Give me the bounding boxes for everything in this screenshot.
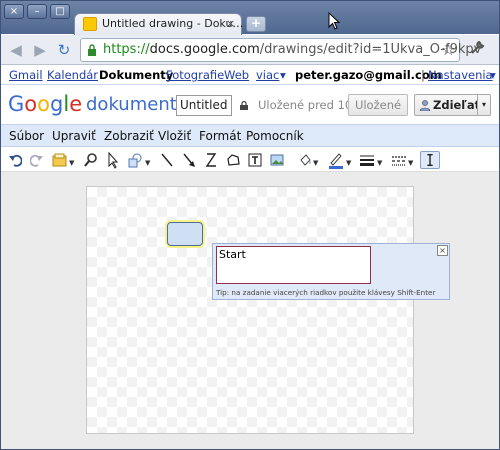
settings-arrow-icon[interactable]: ▾	[490, 68, 496, 82]
back-icon[interactable]: ◀	[8, 42, 24, 58]
product-name[interactable]: dokumenty	[86, 94, 187, 115]
doc-title-input[interactable]: Untitled d	[176, 95, 232, 116]
user-email: peter.gazo@gmail.com	[295, 68, 442, 82]
redo-icon[interactable]	[30, 151, 44, 169]
textbox-icon[interactable]	[248, 151, 262, 169]
gbar-link-gmail[interactable]: Gmail	[9, 68, 43, 82]
address-bar[interactable]: https://docs.google.com/drawings/edit?id…	[80, 38, 481, 62]
google-logo[interactable]: Google	[8, 92, 82, 116]
browser-toolbar: ◀ ▶ ↻ https://docs.google.com/drawings/e…	[0, 35, 500, 65]
new-tab-button[interactable]: +	[246, 16, 266, 32]
url-domain: docs.google.com	[149, 42, 260, 57]
line-color-dropdown-icon[interactable]: ▼	[346, 154, 351, 172]
fill-color-dropdown-icon[interactable]: ▼	[313, 154, 318, 172]
wrench-menu-icon[interactable]	[470, 40, 485, 59]
drawing-canvas[interactable]	[86, 186, 414, 434]
image-icon[interactable]	[270, 151, 284, 169]
menu-file[interactable]: Súbor	[9, 129, 44, 143]
line-color-icon[interactable]	[328, 151, 344, 169]
selected-shape[interactable]	[167, 222, 203, 246]
private-lock-icon	[240, 101, 248, 110]
line-weight-icon[interactable]	[359, 151, 375, 169]
arrow-icon[interactable]	[182, 151, 196, 169]
polygon-icon[interactable]	[226, 151, 240, 169]
more-arrow-icon[interactable]: ▾	[280, 68, 286, 82]
reload-icon[interactable]: ↻	[56, 42, 72, 58]
shapes-dropdown-icon[interactable]: ▼	[145, 154, 150, 172]
shapes-icon[interactable]	[127, 151, 143, 169]
mouse-cursor-icon	[328, 12, 340, 30]
menu-bar: Súbor Upraviť Zobraziť Vložiť Formát Pom…	[0, 124, 500, 147]
save-status: Uložené pred 10	[258, 98, 353, 112]
window-close-button[interactable]: ×	[4, 4, 24, 19]
url-scheme: https://	[103, 42, 150, 57]
url-text: https://docs.google.com/drawings/edit?id…	[103, 42, 481, 57]
zoom-icon[interactable]	[84, 151, 98, 169]
tab-close-icon[interactable]: ×	[226, 17, 235, 30]
insert-shape-icon[interactable]	[52, 151, 68, 169]
docs-header: Google dokumenty Untitled d Uložené pred…	[0, 86, 500, 124]
line-weight-dropdown-icon[interactable]: ▼	[377, 154, 382, 172]
share-button[interactable]: Zdieľať	[414, 94, 481, 116]
fill-color-icon[interactable]	[298, 151, 312, 169]
secure-lock-icon	[88, 44, 96, 56]
tab-title: Untitled drawing - Doku…	[102, 17, 244, 30]
gbar-link-more[interactable]: viac	[256, 68, 279, 82]
window-minimize-button[interactable]: –	[27, 4, 47, 19]
select-icon[interactable]	[106, 151, 118, 169]
gbar-separator: |	[421, 68, 425, 82]
popup-close-icon[interactable]: ×	[437, 245, 448, 256]
insert-shape-dropdown-icon[interactable]: ▼	[69, 154, 74, 172]
shape-text-input[interactable]: Start	[216, 246, 371, 284]
forward-icon[interactable]: ▶	[32, 42, 48, 58]
menu-format[interactable]: Formát	[199, 129, 241, 143]
undo-icon[interactable]	[8, 151, 22, 169]
line-dash-icon[interactable]	[391, 151, 407, 169]
drawings-favicon-icon	[83, 17, 97, 31]
popup-tip: Tip: na zadanie viacerých riadkov použit…	[216, 288, 436, 297]
curve-icon[interactable]	[204, 151, 218, 169]
menu-insert[interactable]: Vložiť	[158, 129, 191, 143]
share-dropdown-icon[interactable]: ▾	[477, 94, 491, 116]
menu-help[interactable]: Pomocník	[246, 129, 304, 143]
drawing-toolbar: ▼ ▼ ▼ ▼ ▼ ▼	[0, 148, 500, 172]
browser-tab[interactable]: Untitled drawing - Doku… ×	[74, 13, 244, 35]
line-icon[interactable]	[160, 151, 174, 169]
line-dash-dropdown-icon[interactable]: ▼	[408, 154, 413, 172]
gbar-link-photos[interactable]: Fotografie	[166, 68, 224, 82]
gbar-link-web[interactable]: Web	[224, 68, 249, 82]
person-icon	[419, 100, 431, 111]
gbar-link-docs[interactable]: Dokumenty	[99, 68, 173, 82]
share-label: Zdieľať	[433, 98, 481, 112]
saved-button[interactable]: Uložené	[348, 94, 408, 116]
window-maximize-button[interactable]: □	[50, 4, 70, 19]
gbar-link-calendar[interactable]: Kalendár	[47, 68, 98, 82]
bookmark-star-icon[interactable]: ☆	[441, 40, 455, 59]
google-bar: Gmail Kalendár Dokumenty Fotografie Web …	[0, 65, 500, 85]
gbar-link-settings[interactable]: Nastavenia	[428, 68, 493, 82]
text-edit-popup: Start × Tip: na zadanie viacerých riadko…	[212, 243, 450, 300]
menu-edit[interactable]: Upraviť	[52, 129, 96, 143]
text-cursor-icon[interactable]	[420, 151, 440, 169]
menu-view[interactable]: Zobraziť	[104, 129, 154, 143]
